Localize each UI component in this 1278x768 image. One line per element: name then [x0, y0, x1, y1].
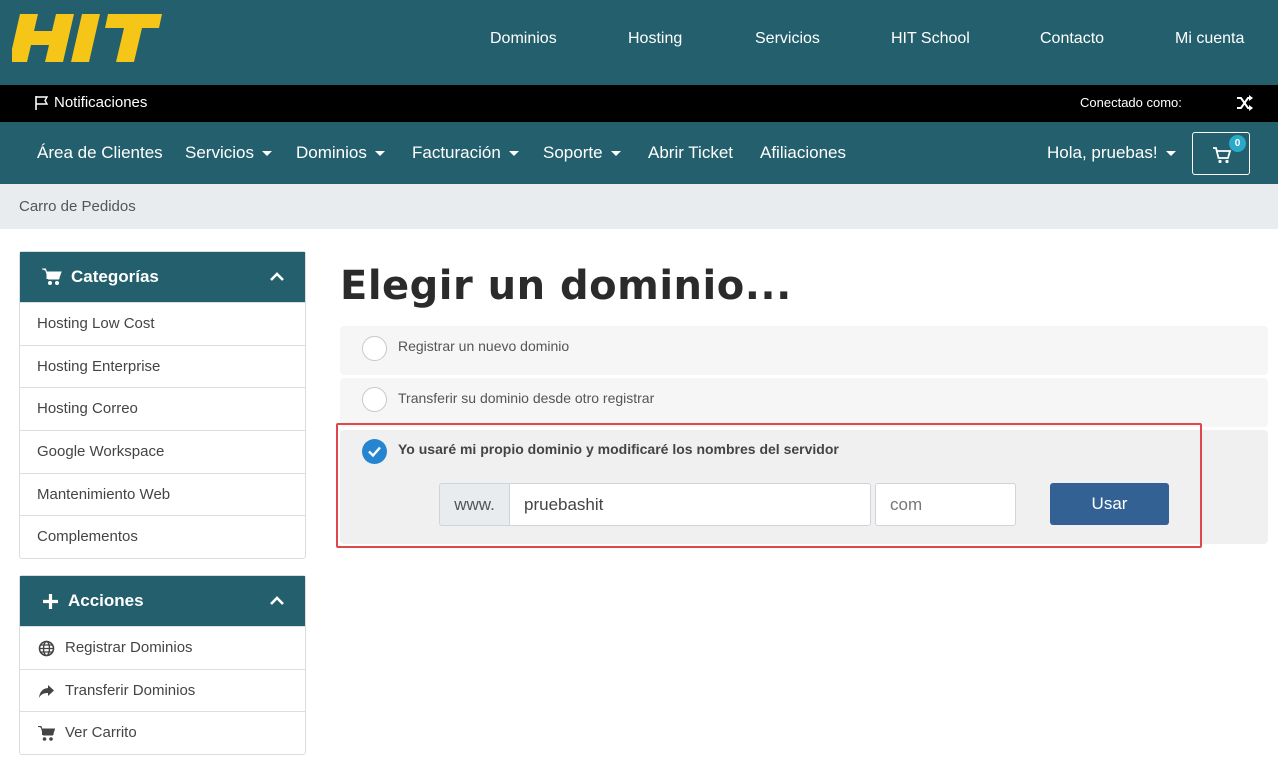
hit-logo[interactable]	[12, 14, 162, 62]
topnav-contacto[interactable]: Contacto	[1040, 30, 1104, 48]
greeting-label: Hola, pruebas!	[1047, 143, 1158, 162]
category-label: Hosting Enterprise	[37, 357, 161, 375]
topnav-servicios[interactable]: Servicios	[755, 30, 820, 48]
action-label: Registrar Dominios	[65, 639, 193, 656]
share-arrow-icon	[39, 684, 54, 698]
option-label: Transferir su dominio desde otro registr…	[398, 390, 655, 406]
nav-area-clientes[interactable]: Área de Clientes	[37, 143, 163, 163]
category-label: Complementos	[37, 528, 138, 546]
main-nav: Área de Clientes Servicios Dominios Fact…	[0, 122, 1278, 184]
highlight-box	[336, 423, 1202, 548]
nav-label: Servicios	[185, 143, 254, 162]
action-label: Ver Carrito	[65, 724, 137, 742]
chevron-up-icon[interactable]	[269, 593, 285, 609]
nav-label: Afiliaciones	[760, 143, 846, 162]
breadcrumb: Carro de Pedidos	[0, 184, 1278, 229]
category-item[interactable]: Hosting Correo	[20, 387, 305, 430]
actions-header[interactable]: Acciones	[20, 576, 305, 626]
shuffle-icon[interactable]	[1236, 94, 1254, 112]
category-label: Hosting Low Cost	[37, 315, 155, 332]
category-item[interactable]: Google Workspace	[20, 430, 305, 473]
nav-label: Facturación	[412, 143, 501, 162]
chevron-up-icon[interactable]	[269, 269, 285, 285]
caret-down-icon	[261, 150, 272, 156]
option-label: Registrar un nuevo dominio	[398, 338, 570, 354]
cart-count-badge: 0	[1229, 135, 1246, 152]
nav-abrir-ticket[interactable]: Abrir Ticket	[648, 143, 733, 163]
action-register-domains[interactable]: Registrar Dominios	[20, 626, 305, 669]
nav-label: Abrir Ticket	[648, 143, 734, 162]
caret-down-icon	[1165, 150, 1176, 156]
radio-register-new[interactable]	[362, 336, 387, 361]
nav-soporte[interactable]: Soporte	[543, 143, 621, 163]
cart-icon	[38, 726, 55, 742]
top-header: Dominios Hosting Servicios HIT School Co…	[0, 0, 1278, 85]
notification-bar: Notificaciones Conectado como:	[0, 85, 1278, 122]
category-item[interactable]: Complementos	[20, 515, 305, 558]
category-item[interactable]: Hosting Low Cost	[20, 302, 305, 345]
breadcrumb-current: Carro de Pedidos	[19, 198, 136, 215]
nav-dominios[interactable]: Dominios	[296, 143, 385, 163]
action-transfer-domains[interactable]: Transferir Dominios	[20, 668, 305, 712]
actions-panel: Acciones Registrar Dominios Transferir D…	[19, 575, 306, 756]
action-label: Transferir Dominios	[65, 681, 196, 699]
connected-as-label: Conectado como:	[1080, 95, 1182, 110]
option-register-new[interactable]: Registrar un nuevo dominio	[340, 326, 1268, 375]
cart-button[interactable]: 0	[1192, 132, 1250, 175]
categories-header[interactable]: Categorías	[20, 252, 305, 302]
globe-icon	[38, 640, 55, 657]
action-view-cart[interactable]: Ver Carrito	[20, 711, 305, 754]
caret-down-icon	[508, 150, 519, 156]
cart-icon	[42, 268, 62, 285]
category-item[interactable]: Hosting Enterprise	[20, 344, 305, 388]
category-label: Hosting Correo	[37, 400, 138, 418]
category-item[interactable]: Mantenimiento Web	[20, 472, 305, 516]
topnav-hit-school[interactable]: HIT School	[891, 30, 970, 48]
flag-icon	[35, 95, 49, 110]
caret-down-icon	[610, 150, 621, 156]
cart-icon	[1213, 147, 1232, 164]
nav-label: Soporte	[543, 143, 603, 162]
radio-transfer[interactable]	[362, 387, 387, 412]
topnav-dominios[interactable]: Dominios	[490, 30, 557, 48]
topnav-mi-cuenta[interactable]: Mi cuenta	[1175, 30, 1244, 48]
category-label: Google Workspace	[37, 443, 165, 461]
category-label: Mantenimiento Web	[37, 485, 171, 503]
categories-title: Categorías	[71, 267, 159, 286]
page-title: Elegir un dominio...	[340, 263, 792, 309]
topnav-hosting[interactable]: Hosting	[628, 30, 682, 48]
nav-label: Área de Clientes	[37, 143, 163, 162]
caret-down-icon	[374, 150, 385, 156]
option-transfer[interactable]: Transferir su dominio desde otro registr…	[340, 378, 1268, 427]
nav-label: Dominios	[296, 143, 367, 162]
categories-panel: Categorías Hosting Low Cost Hosting Ente…	[19, 251, 306, 560]
notifications-link[interactable]: Notificaciones	[34, 94, 147, 111]
notifications-label: Notificaciones	[54, 94, 148, 111]
nav-servicios[interactable]: Servicios	[185, 143, 272, 163]
user-menu[interactable]: Hola, pruebas!	[1047, 143, 1176, 163]
actions-title: Acciones	[68, 591, 144, 610]
plus-icon	[43, 593, 58, 609]
nav-facturacion[interactable]: Facturación	[412, 143, 519, 163]
nav-afiliaciones[interactable]: Afiliaciones	[760, 143, 846, 163]
